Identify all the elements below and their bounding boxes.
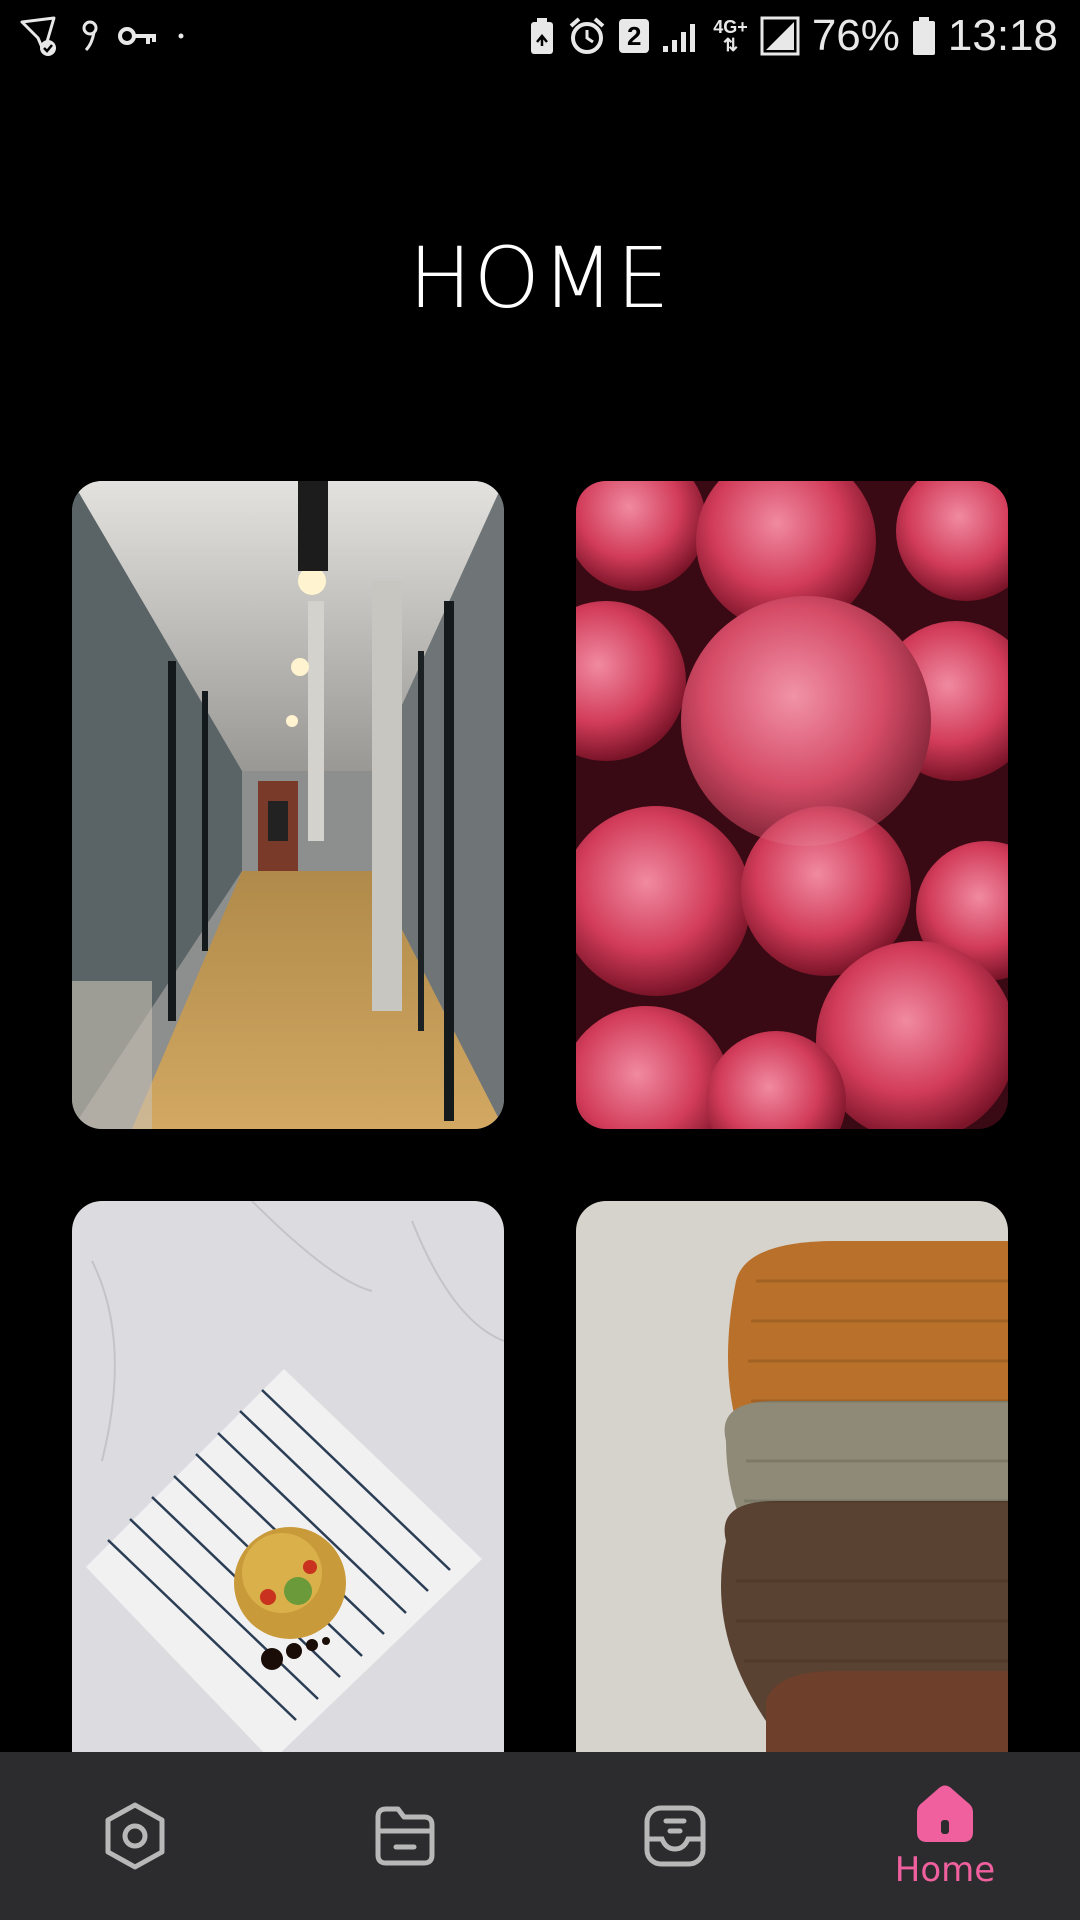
nav-item-settings[interactable] (0, 1752, 270, 1920)
dot-icon (176, 31, 186, 41)
hook-icon (80, 18, 100, 54)
status-bar-left (18, 14, 186, 58)
signal-weak-icon (661, 18, 701, 54)
page-title: HOME (408, 229, 672, 327)
network-type: 4G+ ⇅ (713, 17, 748, 55)
battery-percent: 76% (811, 11, 900, 60)
status-bar: 2 4G+ ⇅ 76% 13:18 (0, 0, 1080, 72)
nav-item-folder[interactable] (270, 1752, 540, 1920)
clock: 13:18 (947, 11, 1058, 60)
nav-item-home[interactable]: Home (810, 1752, 1080, 1920)
signal-icon (760, 16, 800, 56)
nav-item-inbox[interactable] (540, 1752, 810, 1920)
raspberries-image (576, 481, 1008, 1129)
location-check-icon (18, 14, 62, 58)
image-card-hallway[interactable] (72, 481, 504, 1129)
inbox-icon (642, 1803, 708, 1869)
nav-label-home: Home (894, 1850, 996, 1890)
key-icon (118, 23, 158, 49)
home-icon (913, 1782, 977, 1846)
battery-icon (912, 16, 936, 56)
image-card-raspberries[interactable] (576, 481, 1008, 1129)
battery-saver-icon (529, 16, 555, 56)
sim-badge: 2 (619, 19, 650, 53)
hallway-image (72, 481, 504, 1129)
status-bar-right: 2 4G+ ⇅ 76% 13:18 (529, 11, 1058, 61)
bottom-nav: Home (0, 1752, 1080, 1920)
network-type-label: 4G+ (713, 17, 748, 37)
folder-icon (372, 1803, 438, 1869)
alarm-icon (567, 16, 607, 56)
settings-hexagon-icon (103, 1801, 167, 1871)
